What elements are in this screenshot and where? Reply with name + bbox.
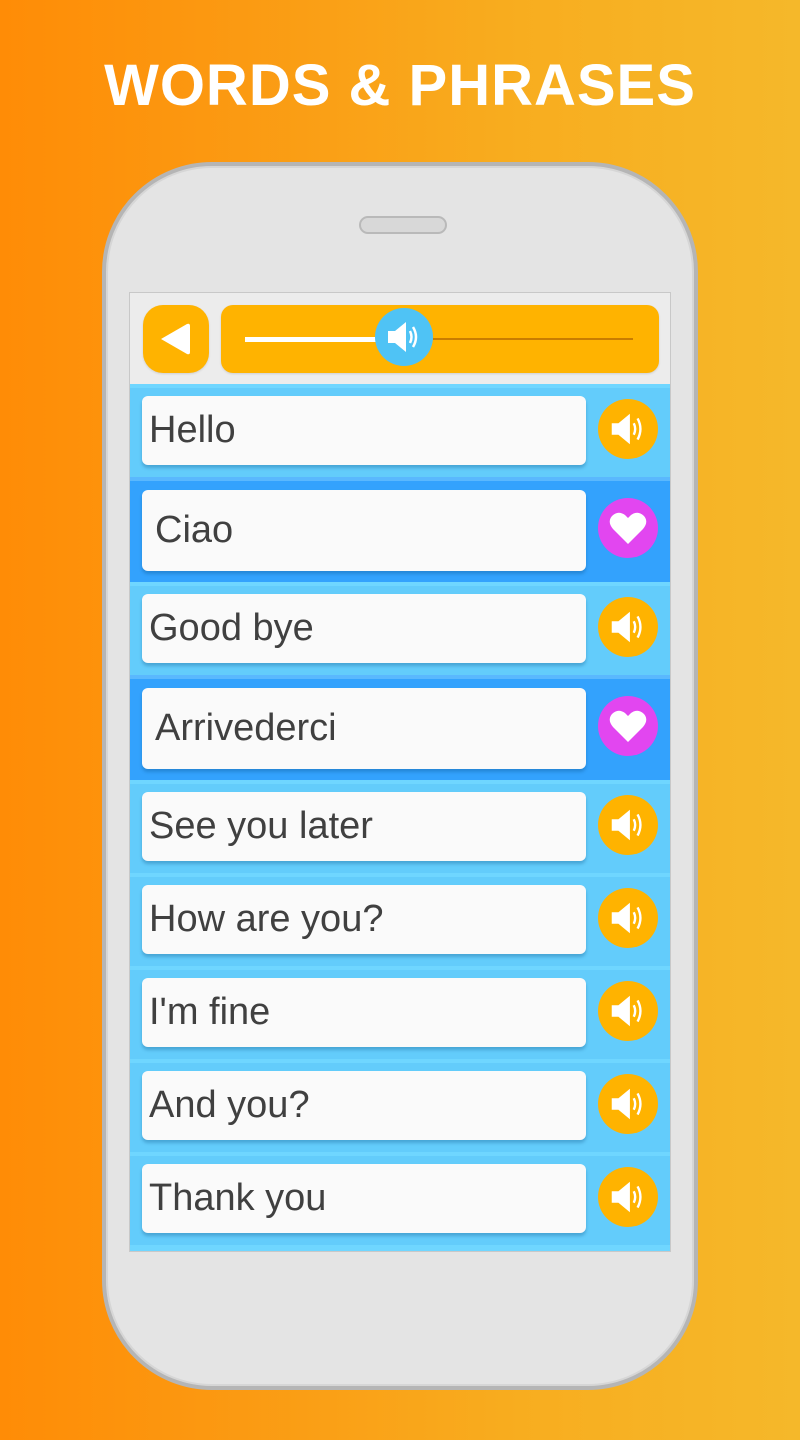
speaker-icon bbox=[611, 995, 642, 1027]
phrase-card[interactable]: Arrivederci bbox=[142, 688, 586, 769]
list-bottom-divider bbox=[130, 1245, 670, 1251]
phrase-card[interactable]: See you later bbox=[142, 792, 586, 861]
audio-toolbar bbox=[130, 293, 670, 384]
phone-earpiece bbox=[359, 216, 447, 234]
speaker-icon bbox=[611, 1088, 642, 1120]
phrase-list: Hello Ciao Good bye Arrivederci See you … bbox=[130, 384, 670, 1251]
phrase-text: See you later bbox=[149, 804, 373, 847]
phrase-text: Arrivederci bbox=[155, 706, 337, 749]
audio-progress-slider[interactable] bbox=[221, 305, 659, 373]
phrase-text: Ciao bbox=[155, 508, 234, 551]
phrase-text: Good bye bbox=[149, 606, 314, 649]
favorite-button[interactable] bbox=[598, 696, 658, 756]
phrase-card[interactable]: I'm fine bbox=[142, 978, 586, 1047]
speaker-icon bbox=[611, 413, 642, 445]
translation-row: Ciao bbox=[130, 477, 670, 582]
phrase-text: And you? bbox=[149, 1083, 310, 1126]
play-audio-button[interactable] bbox=[598, 1167, 658, 1227]
slider-thumb[interactable] bbox=[375, 308, 434, 366]
phrase-card[interactable]: Thank you bbox=[142, 1164, 586, 1233]
phrase-row: Good bye bbox=[130, 582, 670, 675]
phrase-card[interactable]: Ciao bbox=[142, 490, 586, 571]
phrase-card[interactable]: How are you? bbox=[142, 885, 586, 954]
page-headline: WORDS & PHRASES bbox=[104, 53, 696, 118]
translation-row: Arrivederci bbox=[130, 675, 670, 780]
phrase-card[interactable]: Hello bbox=[142, 396, 586, 465]
play-audio-button[interactable] bbox=[598, 795, 658, 855]
phrase-row: Hello bbox=[130, 384, 670, 477]
speaker-icon bbox=[611, 1181, 642, 1213]
back-button[interactable] bbox=[143, 305, 209, 373]
play-audio-button[interactable] bbox=[598, 1074, 658, 1134]
phrase-text: Hello bbox=[149, 408, 236, 451]
slider-track-remaining bbox=[433, 338, 633, 340]
play-audio-button[interactable] bbox=[598, 597, 658, 657]
phrase-card[interactable]: And you? bbox=[142, 1071, 586, 1140]
phrase-text: Thank you bbox=[149, 1176, 327, 1219]
back-triangle-icon bbox=[161, 323, 190, 355]
heart-icon bbox=[609, 710, 647, 742]
phrase-row: And you? bbox=[130, 1059, 670, 1152]
play-audio-button[interactable] bbox=[598, 981, 658, 1041]
phrase-row: Thank you bbox=[130, 1152, 670, 1245]
play-audio-button[interactable] bbox=[598, 399, 658, 459]
speaker-icon bbox=[388, 322, 418, 352]
phrase-card[interactable]: Good bye bbox=[142, 594, 586, 663]
heart-icon bbox=[609, 512, 647, 544]
phrase-row: How are you? bbox=[130, 873, 670, 966]
phrase-text: I'm fine bbox=[149, 990, 271, 1033]
app-screen: Hello Ciao Good bye Arrivederci See you … bbox=[129, 292, 671, 1252]
phrase-row: See you later bbox=[130, 780, 670, 873]
play-audio-button[interactable] bbox=[598, 888, 658, 948]
speaker-icon bbox=[611, 809, 642, 841]
phrase-row: I'm fine bbox=[130, 966, 670, 1059]
favorite-button[interactable] bbox=[598, 498, 658, 558]
speaker-icon bbox=[611, 902, 642, 934]
phrase-text: How are you? bbox=[149, 897, 384, 940]
speaker-icon bbox=[611, 611, 642, 643]
